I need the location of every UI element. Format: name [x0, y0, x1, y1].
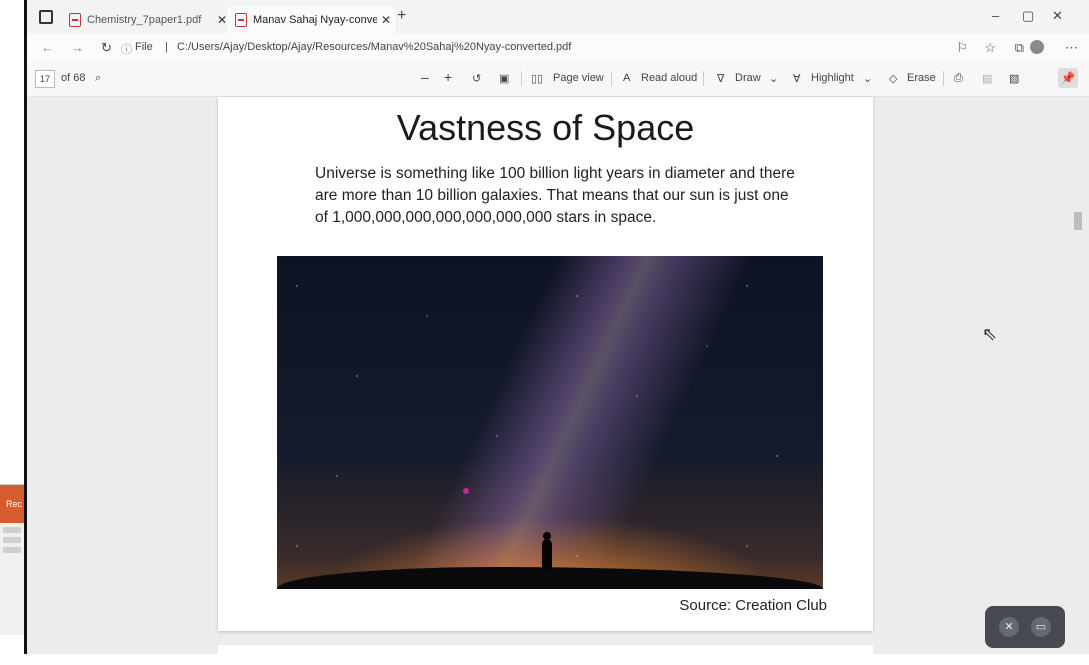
minimize-icon[interactable]: – [992, 8, 999, 23]
draw-button[interactable]: Draw [735, 72, 761, 84]
page-number-input[interactable]: 17 [35, 70, 55, 88]
close-window-icon[interactable]: ✕ [1052, 8, 1063, 24]
address-bar: ← → ↻ ⓘ File | C:/Users/Ajay/Desktop/Aja… [27, 34, 1089, 62]
person-silhouette [542, 539, 552, 571]
zoom-out-icon[interactable]: – [421, 69, 429, 85]
print-icon[interactable]: ⎙ [954, 72, 963, 85]
thumb-row [3, 547, 21, 553]
side-window-label: Rec [0, 485, 24, 523]
divider [943, 71, 944, 86]
highlight-chevron-icon[interactable]: ⌄ [863, 72, 872, 85]
camera-off-icon[interactable]: ▭ [1031, 617, 1051, 637]
profile-avatar[interactable] [1030, 40, 1044, 54]
fit-page-icon[interactable]: ▣ [499, 72, 509, 85]
thumb-row [3, 527, 21, 533]
read-mode-icon[interactable]: ⚐ [956, 40, 968, 56]
refresh-icon[interactable]: ↻ [101, 40, 112, 56]
pdf-page: Vastness of Space Universe is something … [218, 97, 873, 631]
divider [703, 71, 704, 86]
read-aloud-icon: A [623, 72, 631, 84]
tab-title: Chemistry_7paper1.pdf [87, 14, 202, 26]
read-aloud-button[interactable]: Read aloud [641, 72, 697, 84]
pdf-toolbar: 17 of 68 ⌕ – + ↺ ▣ ▯▯ Page view A Read a… [27, 62, 1089, 97]
collections-icon[interactable]: ⧉ [1015, 40, 1024, 56]
save-as-icon[interactable]: ▧ [1009, 72, 1019, 85]
draw-icon: ∇ [717, 73, 725, 85]
new-tab-button[interactable]: + [397, 7, 406, 25]
info-icon: ⓘ [121, 44, 132, 56]
zoom-in-icon[interactable]: + [444, 69, 452, 85]
tab-manav-sahaj[interactable]: Manav Sahaj Nyay-converted.p ✕ [227, 6, 395, 34]
maximize-icon[interactable]: ▢ [1022, 8, 1034, 24]
vertical-scrollbar[interactable] [1074, 96, 1082, 636]
page-view-icon: ▯▯ [531, 73, 544, 85]
rotate-icon[interactable]: ↺ [472, 72, 481, 85]
favorite-star-icon[interactable]: ☆ [984, 40, 996, 56]
draw-chevron-icon[interactable]: ⌄ [769, 72, 778, 85]
url-divider: | [165, 41, 168, 53]
url-input[interactable]: C:/Users/Ajay/Desktop/Ajay/Resources/Man… [177, 41, 571, 53]
mute-mic-icon[interactable]: ✕ [999, 617, 1019, 637]
pin-toolbar-icon[interactable]: 📌 [1058, 68, 1078, 88]
pdf-icon [235, 13, 247, 27]
scrollbar-thumb[interactable] [1074, 212, 1082, 230]
highlight-icon: ∀ [793, 73, 801, 85]
url-prefix: File [135, 41, 153, 53]
divider [611, 71, 612, 86]
highlight-button[interactable]: Highlight [811, 72, 854, 84]
forward-icon[interactable]: → [71, 40, 84, 55]
page-total: of 68 [61, 72, 86, 84]
back-icon[interactable]: ← [41, 40, 54, 55]
close-tab-icon[interactable]: ✕ [377, 13, 395, 27]
mouse-cursor-icon: ⇖ [982, 324, 998, 344]
tab-strip: Chemistry_7paper1.pdf ✕ Manav Sahaj Nyay… [27, 0, 1089, 34]
divider [521, 71, 522, 86]
cursor-highlight-dot [463, 488, 469, 494]
pdf-icon [69, 13, 81, 27]
side-window-thumbnail[interactable]: Rec [0, 484, 24, 635]
tab-title: Manav Sahaj Nyay-converted.p [253, 14, 377, 26]
page-body-text: Universe is something like 100 billion l… [315, 165, 795, 226]
next-pdf-page [218, 645, 873, 665]
more-menu-icon[interactable]: ⋯ [1065, 40, 1078, 56]
image-source-caption: Source: Creation Club [679, 597, 827, 614]
erase-icon: ◇ [889, 73, 898, 85]
meeting-controls: ✕ ▭ [985, 606, 1065, 648]
save-icon[interactable]: ▤ [982, 72, 992, 85]
page-title: Vastness of Space [396, 107, 695, 148]
tab-chemistry[interactable]: Chemistry_7paper1.pdf ✕ [61, 6, 231, 34]
night-sky-image [277, 256, 823, 589]
search-icon[interactable]: ⌕ [95, 72, 101, 85]
thumb-row [3, 537, 21, 543]
tab-actions-icon[interactable] [39, 10, 53, 24]
erase-button[interactable]: Erase [907, 72, 936, 84]
browser-window: Chemistry_7paper1.pdf ✕ Manav Sahaj Nyay… [24, 0, 1089, 665]
page-view-button[interactable]: Page view [553, 72, 604, 84]
